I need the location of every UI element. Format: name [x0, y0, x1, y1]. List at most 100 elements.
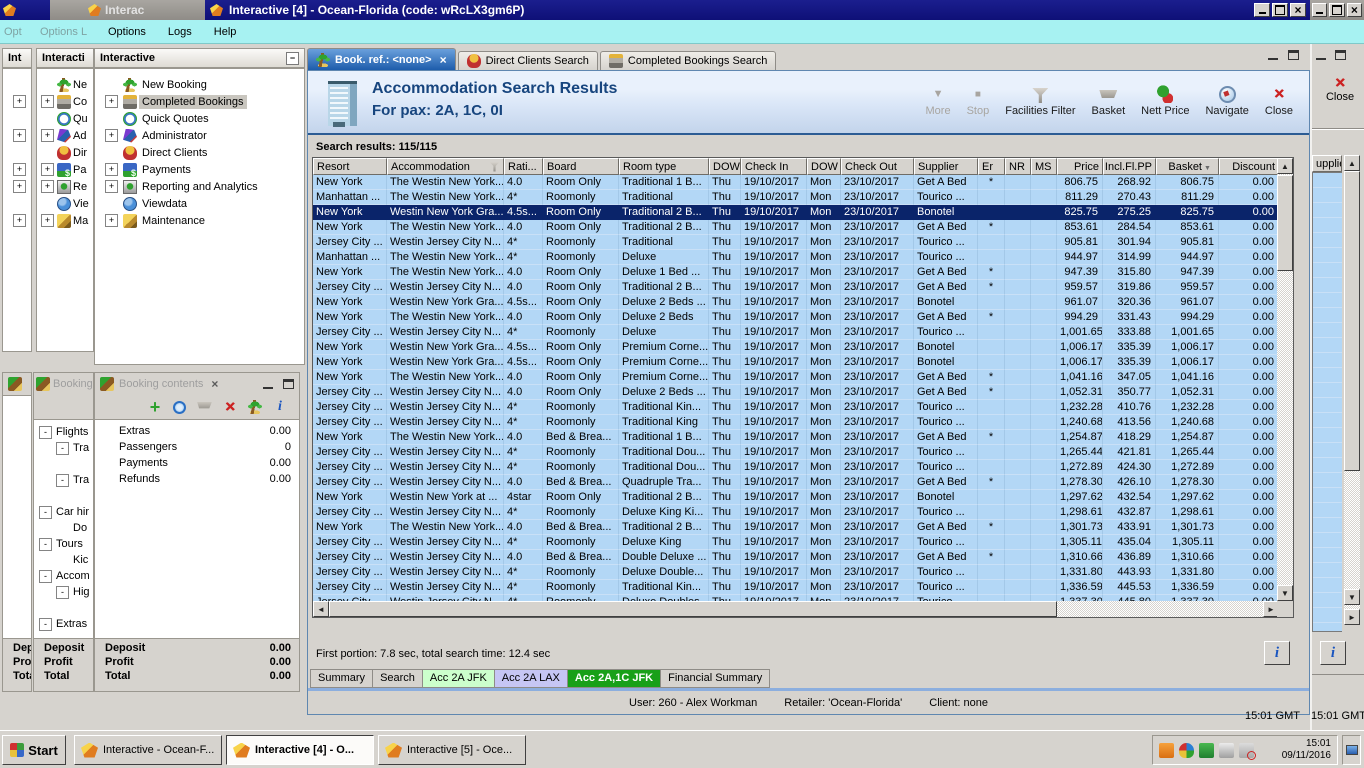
- column-icon[interactable]: [1204, 161, 1215, 172]
- booking-tree-item[interactable]: Tours: [34, 536, 93, 552]
- booking-tree-item[interactable]: Kic: [34, 552, 93, 568]
- vertical-scrollbar[interactable]: [1277, 158, 1293, 601]
- horizontal-scroll-thumb[interactable]: [329, 601, 1057, 617]
- collapse-icon[interactable]: [56, 585, 69, 599]
- info-button[interactable]: [1320, 641, 1346, 665]
- vertical-scroll-thumb[interactable]: [1344, 171, 1360, 471]
- menu-item[interactable]: Help: [203, 26, 248, 38]
- table-row[interactable]: Jersey City ... Westin Jersey City N... …: [313, 475, 1279, 490]
- tree-item[interactable]: Maintenance: [95, 212, 304, 229]
- tree-item[interactable]: Completed Bookings: [95, 93, 304, 110]
- close-icon[interactable]: [1346, 3, 1362, 17]
- tree-item[interactable]: [3, 195, 31, 212]
- column-header[interactable]: Discount: [1219, 158, 1279, 175]
- table-row[interactable]: Jersey City ... Westin Jersey City N... …: [313, 415, 1279, 430]
- column-header[interactable]: Accommodation: [387, 158, 504, 175]
- booking-tree-item[interactable]: Hig: [34, 584, 93, 600]
- background-booking-tree[interactable]: Flights Tra Tra Car hir: [34, 419, 93, 639]
- bottom-tab[interactable]: Financial Summary: [660, 669, 771, 688]
- tree-item[interactable]: [3, 178, 31, 195]
- table-row[interactable]: Jersey City ... Westin Jersey City N... …: [313, 280, 1279, 295]
- table-row[interactable]: Manhattan ... The Westin New York... 4* …: [313, 190, 1279, 205]
- collapse-icon[interactable]: [39, 569, 52, 583]
- table-row[interactable]: New York Westin New York Gra... 4.5s... …: [313, 355, 1279, 370]
- close-icon[interactable]: [1290, 3, 1306, 17]
- expand-icon[interactable]: [41, 95, 54, 108]
- column-header[interactable]: Room type: [619, 158, 709, 175]
- tree-item[interactable]: Co: [37, 93, 93, 110]
- column-header[interactable]: Check In: [741, 158, 807, 175]
- expand-icon[interactable]: [41, 214, 54, 227]
- column-header[interactable]: DOW: [807, 158, 841, 175]
- tree-item[interactable]: Ma: [37, 212, 93, 229]
- close-button[interactable]: Close: [1318, 76, 1362, 103]
- maximize-icon[interactable]: [1272, 3, 1288, 17]
- collapse-panel-icon[interactable]: −: [286, 51, 299, 65]
- bottom-tab[interactable]: Search: [372, 669, 422, 688]
- expand-icon[interactable]: [41, 163, 54, 176]
- expand-icon[interactable]: [105, 214, 118, 227]
- minimize-area-icon[interactable]: [1316, 51, 1326, 60]
- tree-item[interactable]: Vie: [37, 195, 93, 212]
- collapse-icon[interactable]: [56, 441, 69, 455]
- expand-icon[interactable]: [105, 129, 118, 142]
- move-to-basket-icon[interactable]: [197, 401, 212, 409]
- table-row[interactable]: New York Westin New York Gra... 4.5s... …: [313, 295, 1279, 310]
- task-button[interactable]: Interactive - Ocean-F...: [74, 735, 222, 765]
- tree-item[interactable]: New Booking: [95, 76, 304, 93]
- column-header[interactable]: Resort: [313, 158, 387, 175]
- table-row[interactable]: Jersey City ... Westin Jersey City N... …: [313, 505, 1279, 520]
- tree-item[interactable]: Viewdata: [95, 195, 304, 212]
- table-row[interactable]: Jersey City ... Westin Jersey City N... …: [313, 325, 1279, 340]
- scroll-up-icon[interactable]: [1277, 158, 1293, 174]
- column-header[interactable]: upplie: [1312, 155, 1342, 172]
- task-button[interactable]: Interactive [5] - Oce...: [378, 735, 526, 765]
- table-row[interactable]: Jersey City ... Westin Jersey City N... …: [313, 400, 1279, 415]
- tree-item[interactable]: Dir: [37, 144, 93, 161]
- booking-tree-item[interactable]: Car hir: [34, 504, 93, 520]
- table-row[interactable]: Jersey City ... Westin Jersey City N... …: [313, 535, 1279, 550]
- document-tab[interactable]: Direct Clients Search: [457, 51, 598, 70]
- booking-tree-item[interactable]: Do: [34, 520, 93, 536]
- table-row[interactable]: Jersey City ... Westin Jersey City N... …: [313, 385, 1279, 400]
- column-icon[interactable]: [489, 161, 500, 172]
- navigate-button[interactable]: Navigate: [1197, 86, 1256, 117]
- tree-item[interactable]: Administrator: [95, 127, 304, 144]
- collapse-icon[interactable]: [56, 473, 69, 487]
- volume-muted-icon[interactable]: [1239, 742, 1256, 760]
- tree-item[interactable]: Direct Clients: [95, 144, 304, 161]
- booking-tree-item[interactable]: [34, 600, 93, 616]
- background-tree-2[interactable]: Ne Co Qu Ad Dir Pa: [36, 68, 94, 352]
- table-row[interactable]: Jersey City ... Westin Jersey City N... …: [313, 445, 1279, 460]
- table-row[interactable]: Jersey City ... Westin Jersey City N... …: [313, 460, 1279, 475]
- table-row[interactable]: New York The Westin New York... 4.0 Bed …: [313, 520, 1279, 535]
- close-button[interactable]: Close: [1257, 85, 1301, 117]
- table-row[interactable]: New York Westin New York Gra... 4.5s... …: [313, 340, 1279, 355]
- tree-item[interactable]: Reporting and Analytics: [95, 178, 304, 195]
- table-row[interactable]: New York The Westin New York... 4.0 Room…: [313, 370, 1279, 385]
- tree-item[interactable]: Quick Quotes: [95, 110, 304, 127]
- table-row[interactable]: Manhattan ... The Westin New York... 4* …: [313, 250, 1279, 265]
- task-button[interactable]: Interactive [4] - O...: [226, 735, 374, 765]
- table-row[interactable]: New York Westin New York at ... 4star Ro…: [313, 490, 1279, 505]
- table-row[interactable]: Jersey City ... Westin Jersey City N... …: [313, 550, 1279, 565]
- column-header[interactable]: Price: [1057, 158, 1103, 175]
- expand-icon[interactable]: [13, 180, 26, 193]
- booking-tree-item[interactable]: Extras: [34, 616, 93, 632]
- close-panel-icon[interactable]: ×: [211, 377, 218, 391]
- scroll-up-icon[interactable]: [1344, 155, 1360, 171]
- booking-tree-item[interactable]: Tra: [34, 440, 93, 456]
- scroll-down-icon[interactable]: [1344, 589, 1360, 605]
- new-booking-icon[interactable]: [248, 400, 262, 414]
- tab-close-icon[interactable]: [440, 53, 447, 67]
- show-desktop-button[interactable]: [1342, 735, 1361, 765]
- background-menu-2[interactable]: Options L: [40, 26, 95, 38]
- collapse-icon[interactable]: [39, 617, 52, 631]
- bottom-tab[interactable]: Acc 2A JFK: [421, 669, 494, 688]
- background-window-1-titlebar[interactable]: [0, 0, 50, 20]
- tree-item[interactable]: Ad: [37, 127, 93, 144]
- booking-tree-item[interactable]: [34, 456, 93, 472]
- more-button[interactable]: More: [918, 85, 959, 117]
- background-tree-1[interactable]: [2, 68, 32, 352]
- collapse-icon[interactable]: [39, 425, 52, 439]
